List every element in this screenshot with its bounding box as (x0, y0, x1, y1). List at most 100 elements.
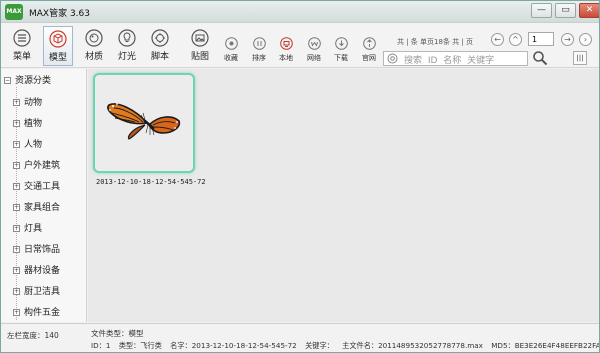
category-label: 灯具 (24, 224, 43, 234)
sort-icon (252, 37, 266, 50)
website-icon (362, 37, 376, 50)
model-button[interactable]: 模型 (43, 26, 73, 66)
prev-page-button[interactable]: ← (491, 33, 504, 46)
page-number-input[interactable] (528, 32, 554, 46)
website-button[interactable]: 官网 (356, 37, 382, 63)
sort-button[interactable]: 排序 (246, 37, 272, 63)
expand-icon[interactable]: + (13, 141, 20, 148)
file-md5: MD5：BE3E26E4F48EEFB22FA6899D603 (491, 341, 600, 350)
material-button[interactable]: 材质 (79, 29, 109, 65)
cube-icon (49, 30, 67, 48)
favorite-icon (224, 37, 238, 50)
pagination-info: 共 | 条 单页18条 共 | 页 (397, 38, 473, 46)
network-label: 网络 (307, 54, 321, 62)
local-button[interactable]: 本地 (273, 37, 299, 63)
light-label: 灯光 (117, 52, 136, 62)
view-mode-icon[interactable] (573, 51, 587, 65)
status-bar: 左栏宽度：140 文件类型：模型 ID：1 类型：飞行类 名字：2013-12-… (1, 323, 600, 352)
category-label: 植物 (24, 119, 43, 129)
search-placeholder: 搜索 ID 名称 关键字 (404, 56, 495, 66)
light-button[interactable]: 灯光 (112, 29, 142, 65)
category-item[interactable]: + 日常饰品 (13, 242, 60, 255)
expand-icon[interactable]: + (13, 225, 20, 232)
chevron-up-icon: ^ (512, 35, 519, 44)
file-details: ID：1 类型：飞行类 名字：2013-12-10-18-12-54-545-7… (91, 341, 600, 351)
tree-root-label: 资源分类 (15, 76, 52, 86)
category-item[interactable]: + 家具组合 (13, 200, 60, 213)
maximize-button[interactable]: ▭ (555, 3, 576, 18)
script-label: 脚本 (150, 52, 169, 62)
collapse-icon[interactable]: − (4, 77, 11, 84)
model-thumbnail-caption: 2013-12-10-18-12-54-545-72 (96, 178, 206, 186)
script-button[interactable]: 脚本 (145, 29, 175, 65)
network-icon (307, 37, 321, 50)
expand-icon[interactable]: + (13, 267, 20, 274)
category-item[interactable]: + 动物 (13, 95, 43, 108)
download-label: 下载 (334, 54, 348, 62)
local-label: 本地 (279, 54, 293, 62)
network-button[interactable]: 网络 (301, 37, 327, 63)
tree-root[interactable]: − 资源分类 (4, 73, 52, 86)
expand-icon[interactable]: + (13, 288, 20, 295)
category-item[interactable]: + 器材设备 (13, 263, 61, 276)
category-label: 交通工具 (24, 182, 61, 192)
chevron-right-icon: › (583, 35, 588, 44)
category-item[interactable]: + 交通工具 (13, 179, 61, 192)
menu-icon (13, 29, 31, 47)
model-grid: 2013-12-10-18-12-54-545-72 (88, 69, 599, 322)
gear-icon[interactable] (387, 53, 398, 64)
expand-icon[interactable]: + (13, 162, 20, 169)
script-icon (151, 29, 169, 47)
sort-label: 排序 (252, 54, 266, 62)
minimize-button[interactable]: — (531, 3, 552, 18)
file-keywords: 关键字： (305, 341, 334, 350)
menu-label: 菜单 (12, 52, 31, 62)
file-id: ID：1 (91, 341, 111, 350)
category-item[interactable]: + 植物 (13, 116, 43, 129)
category-item[interactable]: + 构件五金 (13, 305, 61, 318)
category-label: 动物 (24, 98, 43, 108)
next-page-button[interactable]: → (561, 33, 574, 46)
texture-label: 贴图 (190, 52, 209, 62)
expand-icon[interactable]: + (13, 246, 20, 253)
expand-icon[interactable]: + (13, 204, 20, 211)
last-page-button[interactable]: › (579, 33, 592, 46)
category-item[interactable]: + 灯具 (13, 221, 43, 234)
category-item[interactable]: + 人物 (13, 137, 42, 150)
category-label: 器材设备 (24, 266, 61, 276)
expand-icon[interactable]: + (13, 99, 20, 106)
toolbar: 菜单 模型 材质 灯光 脚本 贴图 收藏 排序 本地 网络 下载 官网 共 | … (1, 23, 599, 68)
file-type-status: 文件类型：模型 (91, 329, 144, 338)
expand-icon[interactable]: + (13, 183, 20, 190)
search-icon[interactable] (532, 50, 548, 66)
app-logo: MAX (5, 4, 23, 20)
texture-button[interactable]: 贴图 (185, 29, 215, 65)
category-label: 户外建筑 (24, 161, 61, 171)
first-page-button[interactable]: ^ (509, 33, 522, 46)
search-input[interactable]: 搜索 ID 名称 关键字 (383, 51, 528, 66)
model-label: 模型 (48, 53, 67, 63)
category-label: 厨卫洁具 (24, 287, 61, 297)
category-item[interactable]: + 户外建筑 (13, 158, 61, 171)
category-label: 构件五金 (24, 308, 61, 318)
lightbulb-icon (118, 29, 136, 47)
main-file-name: 主文件名：2011489532052778778.max (342, 341, 483, 350)
favorite-button[interactable]: 收藏 (218, 37, 244, 63)
close-button[interactable]: ✕ (579, 3, 599, 18)
file-category: 类型：飞行类 (118, 341, 162, 350)
menu-button[interactable]: 菜单 (7, 29, 37, 65)
model-thumbnail[interactable] (93, 73, 195, 173)
window-title: MAX管家 3.63 (29, 9, 90, 19)
download-icon (334, 37, 348, 50)
butterfly-thumbnail-image (107, 103, 181, 140)
download-button[interactable]: 下载 (328, 37, 354, 63)
local-icon (279, 37, 293, 50)
expand-icon[interactable]: + (13, 120, 20, 127)
material-icon (85, 29, 103, 47)
image-icon (191, 29, 209, 47)
category-item[interactable]: + 厨卫洁具 (13, 284, 61, 297)
favorite-label: 收藏 (224, 54, 238, 62)
arrow-left-icon: ← (494, 35, 501, 44)
file-name: 名字：2013-12-10-18-12-54-545-72 (170, 341, 297, 350)
expand-icon[interactable]: + (13, 309, 20, 316)
